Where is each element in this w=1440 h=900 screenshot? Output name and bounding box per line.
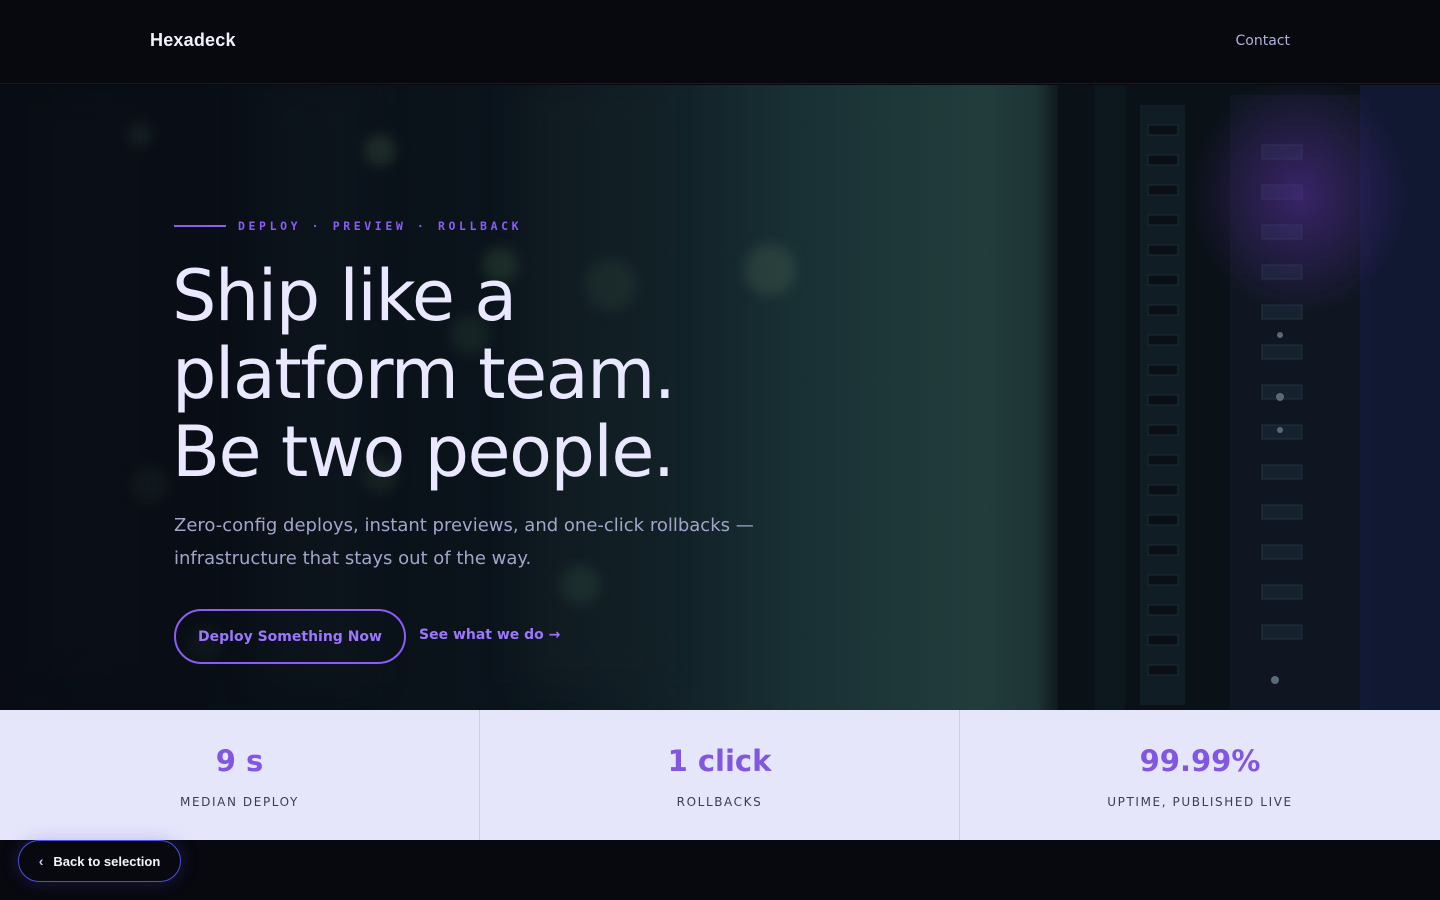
stat-label: UPTIME, PUBLISHED LIVE [1107,795,1293,809]
hero-subtext: Zero-config deploys, instant previews, a… [174,515,754,569]
hero-eyebrow: DEPLOY · PREVIEW · ROLLBACK [174,219,522,233]
stat-value: 1 click [667,744,772,778]
stat-median-deploy: 9 s MEDIAN DEPLOY [0,710,480,840]
stat-value: 9 s [215,744,264,778]
headline-line-2: platform team. [172,333,676,415]
back-to-selection-button[interactable]: ‹ Back to selection [18,840,181,882]
stat-label: MEDIAN DEPLOY [180,795,299,809]
site-header: Hexadeck Contact [0,0,1440,84]
stats-band: 9 s MEDIAN DEPLOY 1 click ROLLBACKS 99.9… [0,710,1440,840]
hero-section: DEPLOY · PREVIEW · ROLLBACK Ship like a … [0,85,1440,710]
eyebrow-divider [174,225,226,227]
headline-line-3: Be two people. [172,411,675,493]
stat-rollbacks: 1 click ROLLBACKS [480,710,960,840]
headline-line-1: Ship like a [172,255,517,337]
back-button-label: Back to selection [53,853,161,869]
deploy-now-button[interactable]: Deploy Something Now [174,609,406,664]
stat-value: 99.99% [1139,744,1261,778]
brand-logo[interactable]: Hexadeck [150,30,236,51]
stat-uptime: 99.99% UPTIME, PUBLISHED LIVE [960,710,1440,840]
stat-label: ROLLBACKS [676,795,763,809]
hero-headline: Ship like a platform team. Be two people… [172,255,676,493]
chevron-left-icon: ‹ [38,853,44,869]
nav-link-contact[interactable]: Contact [1236,33,1290,49]
eyebrow-text: DEPLOY · PREVIEW · ROLLBACK [238,219,523,233]
see-what-we-do-link[interactable]: See what we do → [419,627,560,643]
